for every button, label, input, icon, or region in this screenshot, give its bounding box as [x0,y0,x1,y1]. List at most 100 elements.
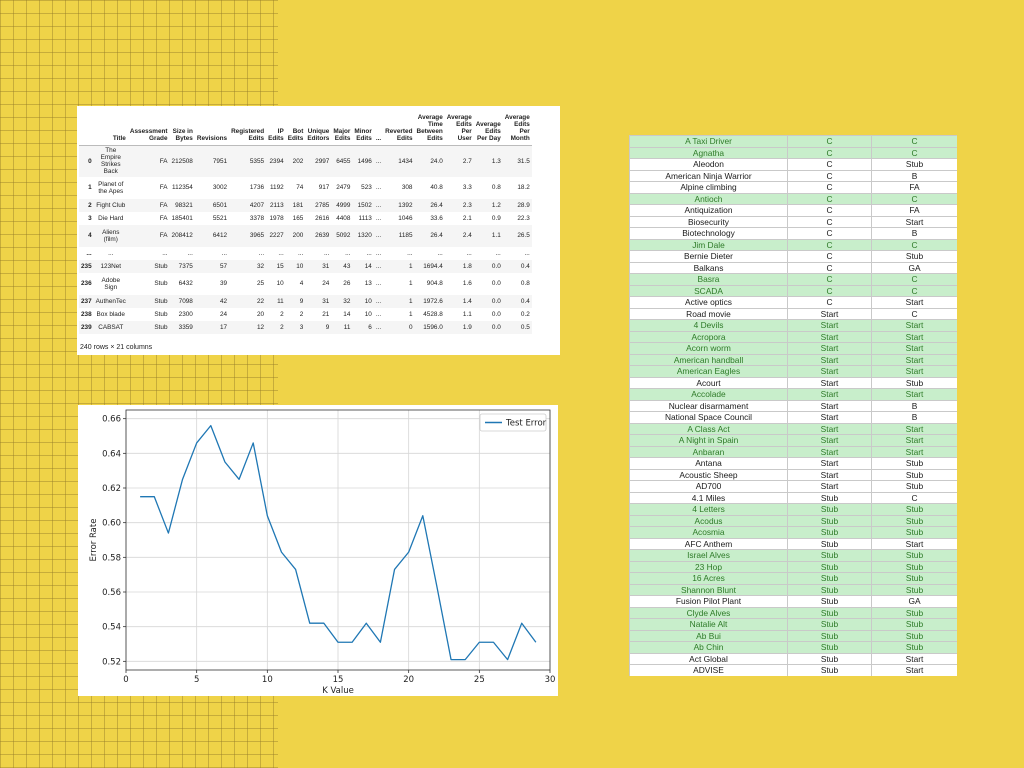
ratings-cell-b: C [871,491,957,504]
ratings-cell-b: Start [871,434,957,447]
dataframe-cell: 2639 [315,232,330,239]
ratings-cell-a: C [787,135,872,148]
dataframe-cell: 1.1 [462,310,472,318]
ratings-cell-a: Start [787,445,872,458]
dataframe-cell: ... [407,249,413,257]
ratings-cell-b: B [871,399,957,412]
ratings-cell-b: Start [871,664,957,676]
dataframe-cell: 3965 [249,232,265,239]
dataframe-cell: ... [375,297,382,305]
ratings-cell-b: Start [871,445,957,458]
ratings-cell-b: C [871,146,957,159]
dataframe-row: 238 Box blade Stub 2300 24 20 2 2 21 14 10... 1 4528… [79,308,532,321]
dataframe-cell: ... [366,249,372,257]
ratings-cell-b: Start [871,388,957,401]
dataframe-cell: 0.9 [491,214,501,222]
ratings-row: Acodus Stub Stub [629,514,957,527]
y-tick-label: 0.60 [102,519,121,529]
dataframe-row: 4 Aliens (film) FA 208412 6412 3965 2227 200 263… [79,224,532,247]
dataframe-cell: Stub [154,262,168,270]
dataframe-cell: 20 [256,310,265,318]
ratings-cell-title: 4 Devils [629,319,788,332]
dataframe-cell: 5355 [249,157,265,165]
dataframe-cell: ... [375,214,382,222]
dataframe-cell: 31.5 [517,157,530,165]
x-tick-label: 15 [333,675,344,685]
ratings-cell-a: Start [787,365,872,378]
dataframe-row-index: 235 [81,262,92,270]
dataframe-row: 1 Planet of the Apes FA 112354 3002 1736 1192 7… [79,177,532,199]
ratings-cell-a: Stub [787,503,872,516]
dataframe-column-header: Title [112,135,126,142]
dataframe-column-header: IP Edits [268,128,284,142]
dataframe-cell: 26.5 [517,232,530,239]
ratings-row: Acoustic Sheep Start Stub [629,468,957,481]
ratings-row: 4 Devils Start Start [629,319,957,332]
ratings-cell-a: C [787,146,872,159]
dataframe-cell: Aliens (film) [102,228,120,243]
dataframe-cell: Die Hard [98,214,124,222]
ratings-cell-a: Start [787,330,872,343]
dataframe-cell: 0.0 [491,323,501,331]
ratings-cell-title: Act Global [629,652,788,665]
ratings-cell-a: Start [787,319,872,332]
ratings-cell-a: Stub [787,618,872,631]
chart-canvas: 0 5 10 15 20 25 30 0.52 0.54 0.56 0.58 0.60 0.62 0.64… [89,409,555,696]
ratings-cell-title: AD700 [629,480,788,493]
dataframe-column-header: Revisions [196,135,228,142]
ratings-row: National Space Council Start B [629,411,957,424]
dataframe-cell: 9 [299,297,304,305]
dataframe-cell: 1046 [398,214,413,222]
dataframe-cell: 1 [408,310,413,318]
dataframe-row-index: 1 [88,184,92,191]
dataframe-cell: 28.9 [517,201,530,209]
ratings-cell-title: Biosecurity [629,215,788,228]
ratings-cell-a: Start [787,353,872,366]
dataframe-cell: 22 [256,297,265,305]
dataframe-column-header: ... [375,135,382,142]
ratings-cell-a: Stub [787,595,872,608]
dataframe-cell: Planet of the Apes [98,180,124,195]
ratings-row: American Ninja Warrior C B [629,169,957,182]
ratings-row: Agnatha C C [629,146,957,159]
dataframe-cell: 7951 [212,157,228,165]
ratings-cell-b: B [871,227,957,240]
dataframe-cell: ... [221,249,228,257]
ratings-cell-b: C [871,284,957,297]
ratings-cell-title: 23 Hop [629,560,788,573]
ratings-cell-title: 16 Acres [629,572,788,585]
ratings-cell-a: C [787,227,872,240]
ratings-row: Road movie Start C [629,307,957,320]
dataframe-cell: 917 [318,184,330,191]
ratings-cell-b: C [871,307,957,320]
ratings-cell-b: FA [871,181,957,194]
dataframe-cell: 2 [280,310,284,318]
dataframe-cell: 1 [408,262,413,270]
dataframe-cell: 1694.4 [423,262,443,270]
ratings-cell-title: Shannon Blunt [629,583,788,596]
dataframe-cell: 14 [343,310,351,318]
ratings-cell-a: Stub [787,641,872,654]
dataframe-cell: 26.4 [430,232,443,239]
ratings-cell-b: GA [871,595,957,608]
ratings-cell-b: Stub [871,158,957,171]
ratings-cell-title: American handball [629,353,788,366]
ratings-cell-a: Stub [787,537,872,550]
error-rate-chart: 0 5 10 15 20 25 30 0.52 0.54 0.56 0.58 0.60 0.62 0.64… [78,405,558,696]
dataframe-cell: 1 [408,297,413,305]
ratings-cell-b: Stub [871,457,957,470]
dataframe-cell: 1434 [398,157,413,165]
x-tick-label: 25 [474,675,485,685]
ratings-cell-a: C [787,250,872,263]
dataframe-cell: Stub [154,310,168,318]
ratings-row: American handball Start Start [629,353,957,366]
dataframe-cell: ... [298,249,304,257]
dataframe-cell: AuthenTec [95,297,126,305]
ratings-row: SCADA C C [629,284,957,297]
dataframe-cell: ... [375,280,382,287]
ratings-row: American Eagles Start Start [629,365,957,378]
dataframe-cell: 1392 [398,201,413,209]
ratings-cell-b: Stub [871,549,957,562]
dataframe-shape-label: 240 rows × 21 columns [80,344,153,351]
y-tick-label: 0.66 [102,415,121,425]
